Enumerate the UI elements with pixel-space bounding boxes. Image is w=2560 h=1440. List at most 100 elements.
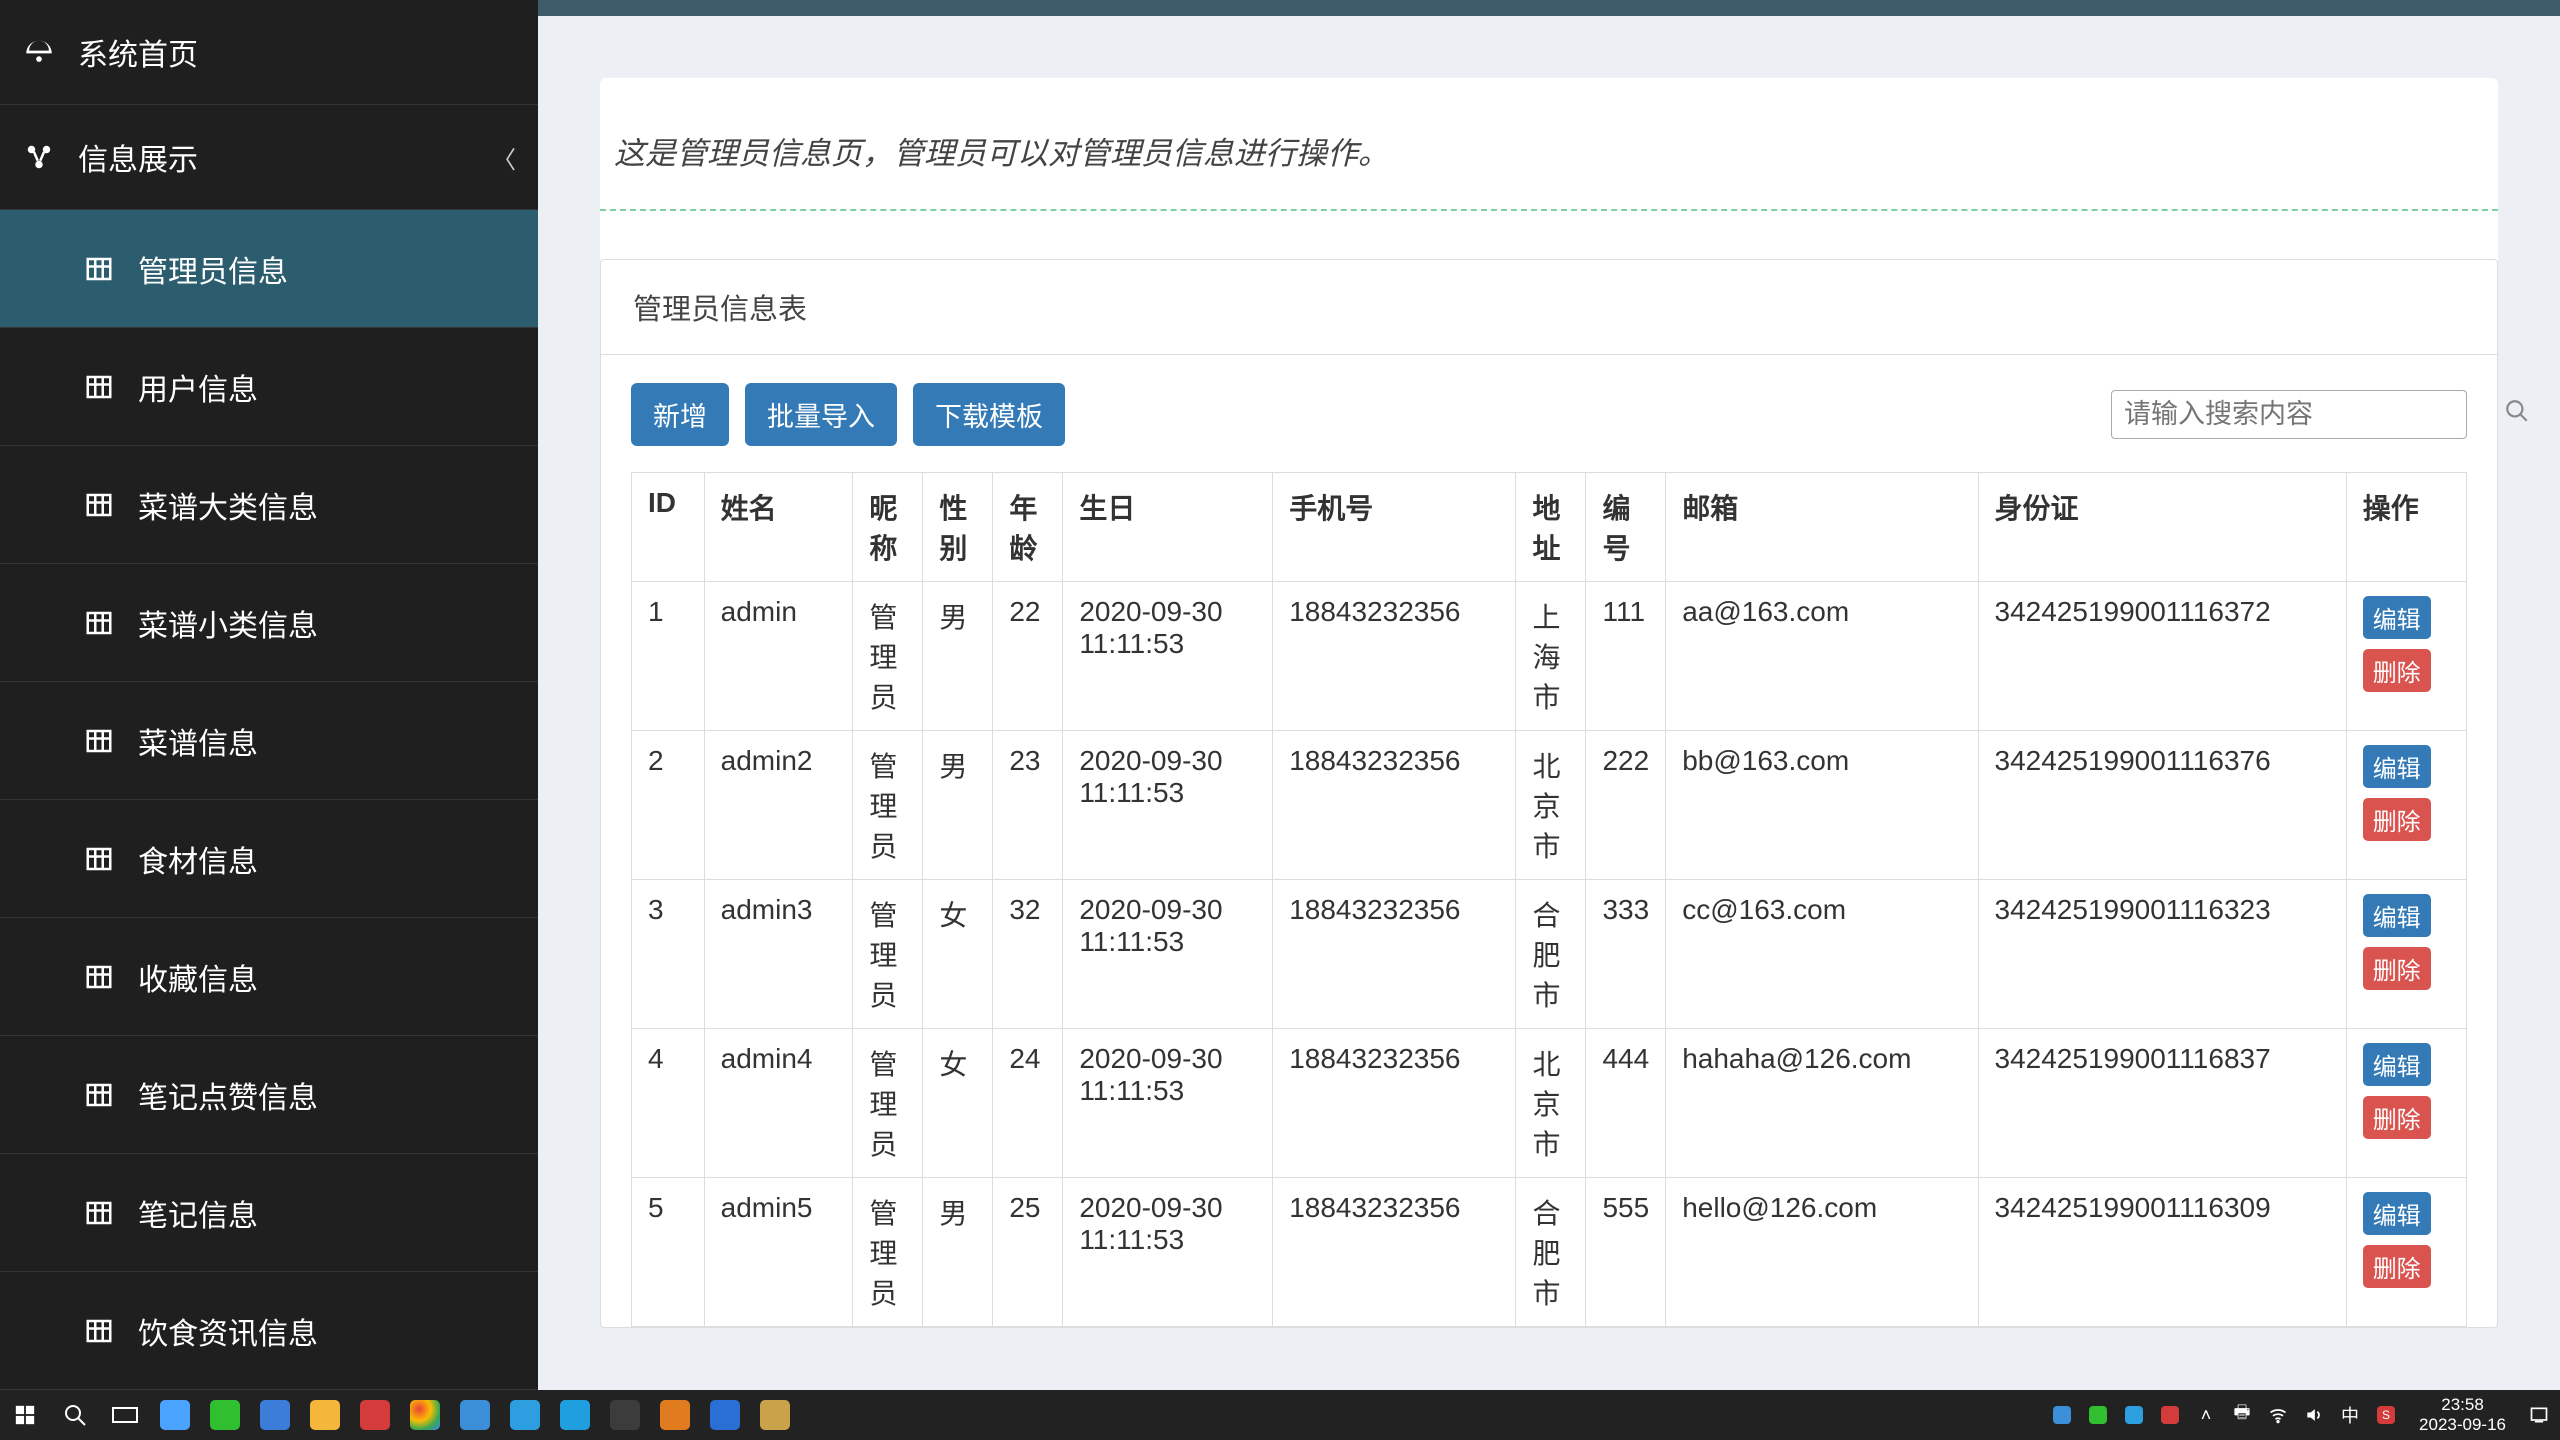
sidebar-item-7[interactable]: 笔记点赞信息 [0,1036,538,1154]
topbar [538,0,2560,16]
cell: 管理员 [853,731,923,880]
start-button[interactable] [0,1390,50,1440]
cell: 222 [1586,731,1666,880]
taskbar-app-6[interactable] [400,1390,450,1440]
sidebar-item-9[interactable]: 饮食资讯信息 [0,1272,538,1390]
notifications-icon[interactable] [2526,1402,2552,1428]
taskbar-app-2[interactable] [200,1390,250,1440]
cell: 女 [923,1029,993,1178]
search-wrap [2111,390,2467,439]
taskbar-clock[interactable]: 23:58 2023-09-16 [2409,1395,2516,1434]
taskbar-search-button[interactable] [50,1390,100,1440]
sidebar-item-label: 菜谱小类信息 [138,601,516,645]
sidebar-item-0[interactable]: 管理员信息 [0,210,538,328]
delete-button[interactable]: 删除 [2363,649,2431,692]
taskbar-app-8[interactable] [500,1390,550,1440]
edit-button[interactable]: 编辑 [2363,596,2431,639]
sidebar-item-label: 菜谱信息 [138,719,516,763]
sidebar-item-3[interactable]: 菜谱小类信息 [0,564,538,682]
taskbar-app-11[interactable] [650,1390,700,1440]
taskbar-app-1[interactable] [150,1390,200,1440]
cell: 合肥市 [1516,1178,1586,1327]
taskbar-app-9[interactable] [550,1390,600,1440]
table-icon [82,1314,116,1348]
taskbar-app-7[interactable] [450,1390,500,1440]
cell: 2020-09-3011:11:53 [1063,731,1273,880]
table-row: 2admin2管理员男232020-09-3011:11:53188432323… [632,731,2467,880]
taskbar-app-13[interactable] [750,1390,800,1440]
cell: 合肥市 [1516,880,1586,1029]
delete-button[interactable]: 删除 [2363,1096,2431,1139]
table-icon [82,1196,116,1230]
cell: 2 [632,731,705,880]
taskbar-app-3[interactable] [250,1390,300,1440]
tray-chevron-up-icon[interactable]: ˄ [2193,1402,2219,1428]
col-header-1: 姓名 [704,473,853,582]
search-icon[interactable] [2490,398,2544,431]
cell: 342425199001116837 [1978,1029,2346,1178]
search-input[interactable] [2112,391,2490,438]
cell: 333 [1586,880,1666,1029]
main: 这是管理员信息页，管理员可以对管理员信息进行操作。 管理员信息表 新增 批量导入… [538,0,2560,1390]
cell: 男 [923,731,993,880]
taskbar-app-5[interactable] [350,1390,400,1440]
tray-wifi-icon[interactable] [2265,1402,2291,1428]
table-icon [82,724,116,758]
edit-button[interactable]: 编辑 [2363,745,2431,788]
sidebar-item-6[interactable]: 收藏信息 [0,918,538,1036]
sidebar-item-5[interactable]: 食材信息 [0,800,538,918]
tray-icon-2[interactable] [2085,1402,2111,1428]
clock-time: 23:58 [2419,1395,2506,1415]
cell: 342425199001116376 [1978,731,2346,880]
edit-button[interactable]: 编辑 [2363,1192,2431,1235]
sidebar-item-4[interactable]: 菜谱信息 [0,682,538,800]
cell: 24 [993,1029,1063,1178]
cell: hello@126.com [1666,1178,1978,1327]
sidebar-info-parent-label: 信息展示 [78,135,470,179]
task-view-button[interactable] [100,1390,150,1440]
taskbar-app-12[interactable] [700,1390,750,1440]
cell: 22 [993,582,1063,731]
sidebar-item-8[interactable]: 笔记信息 [0,1154,538,1272]
cell: 管理员 [853,1178,923,1327]
edit-button[interactable]: 编辑 [2363,894,2431,937]
table-icon [82,252,116,286]
taskbar-app-10[interactable] [600,1390,650,1440]
cell: 32 [993,880,1063,1029]
tray-volume-icon[interactable] [2301,1402,2327,1428]
cell-ops: 编辑删除 [2346,731,2466,880]
edit-button[interactable]: 编辑 [2363,1043,2431,1086]
tray-ime-brand[interactable]: S [2373,1402,2399,1428]
cell: 2020-09-3011:11:53 [1063,582,1273,731]
sidebar-home-label: 系统首页 [78,30,516,74]
new-button[interactable]: 新增 [631,383,729,446]
cell: 管理员 [853,880,923,1029]
toolbar: 新增 批量导入 下载模板 [631,383,2467,446]
sidebar: 系统首页 信息展示 〈 管理员信息用户信息菜谱大类信息菜谱小类信息菜谱信息食材信… [0,0,538,1390]
delete-button[interactable]: 删除 [2363,947,2431,990]
sidebar-info-parent[interactable]: 信息展示 〈 [0,105,538,210]
sidebar-item-label: 食材信息 [138,837,516,881]
cell: admin [704,582,853,731]
cell: admin5 [704,1178,853,1327]
table-icon [82,842,116,876]
sidebar-item-2[interactable]: 菜谱大类信息 [0,446,538,564]
tray-icon-4[interactable] [2157,1402,2183,1428]
download-template-button[interactable]: 下载模板 [913,383,1065,446]
sidebar-home[interactable]: 系统首页 [0,0,538,105]
tray-ime-label[interactable]: 中 [2337,1402,2363,1428]
tray-printer-icon[interactable]: 🖶 [2229,1402,2255,1428]
tray-icon-3[interactable] [2121,1402,2147,1428]
taskbar-app-4[interactable] [300,1390,350,1440]
delete-button[interactable]: 删除 [2363,798,2431,841]
dashboard-icon [22,35,56,69]
delete-button[interactable]: 删除 [2363,1245,2431,1288]
windows-taskbar: ˄ 🖶 中 S 23:58 2023-09-16 [0,1390,2560,1440]
cell: 男 [923,582,993,731]
cell: 342425199001116372 [1978,582,2346,731]
sidebar-item-1[interactable]: 用户信息 [0,328,538,446]
tray-icon-1[interactable] [2049,1402,2075,1428]
admin-table: ID姓名昵称性别年龄生日手机号地址编号邮箱身份证操作 1admin管理员男222… [631,472,2467,1327]
col-header-8: 编号 [1586,473,1666,582]
batch-import-button[interactable]: 批量导入 [745,383,897,446]
